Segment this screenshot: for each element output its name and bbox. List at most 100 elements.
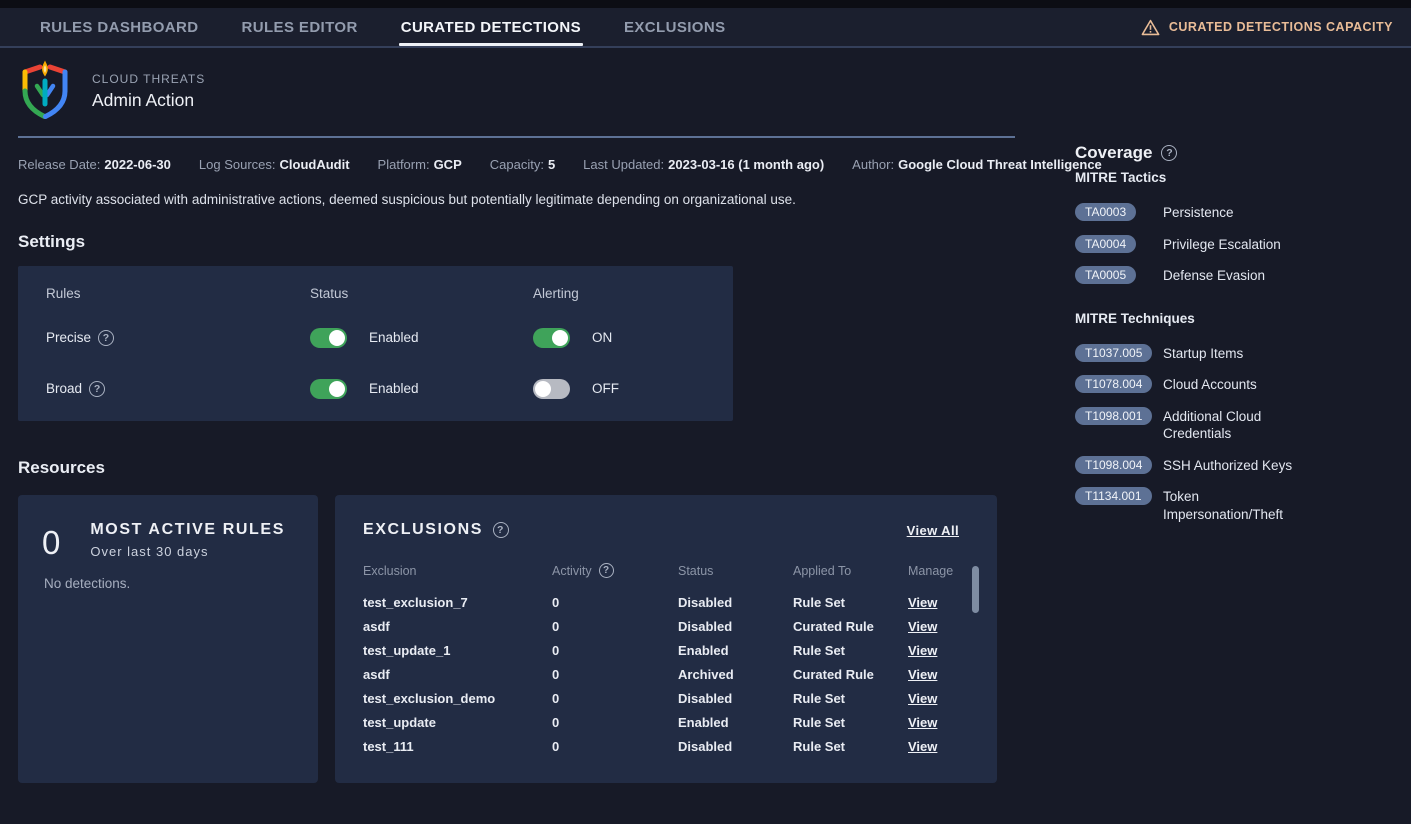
- exclusion-activity: 0: [552, 715, 678, 730]
- exclusion-status: Enabled: [678, 643, 793, 658]
- status-toggle[interactable]: [310, 379, 347, 399]
- technique-row: T1078.004 Cloud Accounts: [1075, 375, 1375, 394]
- exclusion-applied-to: Rule Set: [793, 715, 908, 730]
- capacity-warning[interactable]: CURATED DETECTIONS CAPACITY: [1141, 8, 1393, 46]
- settings-row-precise: Precise?EnabledON: [46, 312, 733, 363]
- alerting-label: ON: [592, 330, 612, 345]
- meta-label: Log Sources:: [199, 157, 276, 172]
- rule-name-label: Precise: [46, 330, 91, 345]
- most-active-rules-card: 0 MOST ACTIVE RULES Over last 30 days No…: [18, 495, 318, 783]
- settings-panel: Rules Status Alerting Precise?EnabledONB…: [18, 266, 733, 421]
- exclusion-applied-to: Curated Rule: [793, 667, 908, 682]
- technique-label: Additional Cloud Credentials: [1163, 407, 1303, 443]
- technique-row: T1098.001 Additional Cloud Credentials: [1075, 407, 1375, 443]
- exclusion-name: asdf: [363, 667, 552, 682]
- active-rules-titles: MOST ACTIVE RULES Over last 30 days: [90, 521, 285, 559]
- col-activity-label: Activity: [552, 564, 592, 578]
- rule-name: Precise?: [46, 330, 310, 346]
- nav-tabs: RULES DASHBOARD RULES EDITOR CURATED DETEC…: [40, 8, 726, 46]
- alerting-label: OFF: [592, 381, 619, 396]
- page-title: Admin Action: [92, 90, 205, 111]
- view-link[interactable]: View: [908, 691, 967, 706]
- active-rules-count: 0: [42, 526, 60, 559]
- rule-help-icon[interactable]: ?: [89, 381, 105, 397]
- view-link[interactable]: View: [908, 619, 967, 634]
- tab-exclusions[interactable]: EXCLUSIONS: [624, 8, 726, 46]
- view-all-link[interactable]: View All: [907, 523, 959, 538]
- technique-id-pill[interactable]: T1098.004: [1075, 456, 1152, 474]
- technique-label: Cloud Accounts: [1163, 375, 1303, 394]
- alerting-toggle[interactable]: [533, 328, 570, 348]
- exclusion-activity: 0: [552, 619, 678, 634]
- view-link[interactable]: View: [908, 643, 967, 658]
- status-label: Enabled: [369, 381, 419, 396]
- tactic-id-pill[interactable]: TA0004: [1075, 235, 1136, 253]
- tactic-label: Defense Evasion: [1163, 266, 1303, 285]
- col-status: Status: [678, 563, 793, 590]
- exclusion-status: Disabled: [678, 595, 793, 610]
- status-cell: Enabled: [310, 328, 533, 348]
- technique-id-pill[interactable]: T1134.001: [1075, 487, 1152, 505]
- exclusion-name: test_exclusion_7: [363, 595, 552, 610]
- capacity-warning-label: CURATED DETECTIONS CAPACITY: [1169, 20, 1393, 34]
- most-active-rules-header: 0 MOST ACTIVE RULES Over last 30 days: [42, 521, 294, 559]
- tab-rules-editor[interactable]: RULES EDITOR: [242, 8, 358, 46]
- tactic-id-pill[interactable]: TA0003: [1075, 203, 1136, 221]
- exclusion-status: Archived: [678, 667, 793, 682]
- settings-col-alerting: Alerting: [533, 286, 733, 312]
- table-row: test_update0EnabledRule SetView: [363, 710, 967, 734]
- activity-help-icon[interactable]: ?: [599, 563, 614, 578]
- exclusion-activity: 0: [552, 643, 678, 658]
- window-top-strip: [0, 0, 1411, 8]
- settings-col-rules: Rules: [46, 286, 310, 312]
- col-applied-to: Applied To: [793, 563, 908, 590]
- status-toggle[interactable]: [310, 328, 347, 348]
- no-detections-text: No detections.: [44, 576, 294, 591]
- rule-help-icon[interactable]: ?: [98, 330, 114, 346]
- mitre-techniques-heading: MITRE Techniques: [1075, 311, 1375, 326]
- ruleset-description: GCP activity associated with administrat…: [18, 192, 1015, 207]
- exclusions-help-icon[interactable]: ?: [493, 522, 509, 538]
- exclusion-name: test_exclusion_demo: [363, 691, 552, 706]
- header-divider: [18, 136, 1015, 138]
- technique-id-pill[interactable]: T1078.004: [1075, 375, 1152, 393]
- view-link[interactable]: View: [908, 595, 967, 610]
- meta-value: 2022-06-30: [104, 157, 171, 172]
- exclusion-status: Enabled: [678, 715, 793, 730]
- exclusions-table-header: Exclusion Activity ? Status Applied To M…: [363, 563, 967, 590]
- meta-value: Google Cloud Threat Intelligence: [898, 157, 1102, 172]
- tactic-row: TA0005 Defense Evasion: [1075, 266, 1375, 285]
- col-exclusion: Exclusion: [363, 563, 552, 590]
- exclusion-activity: 0: [552, 595, 678, 610]
- toggle-knob: [329, 381, 345, 397]
- tactic-id-pill[interactable]: TA0005: [1075, 266, 1136, 284]
- meta-item: Last Updated:2023-03-16 (1 month ago): [583, 157, 824, 172]
- exclusions-rows: test_exclusion_70DisabledRule SetViewasd…: [363, 590, 967, 758]
- mitre-tactics-list: TA0003PersistenceTA0004Privilege Escalat…: [1075, 203, 1375, 285]
- resources-cards: 0 MOST ACTIVE RULES Over last 30 days No…: [18, 495, 1015, 783]
- exclusion-activity: 0: [552, 691, 678, 706]
- coverage-help-icon[interactable]: ?: [1161, 145, 1177, 161]
- exclusion-applied-to: Rule Set: [793, 691, 908, 706]
- page-header: CLOUD THREATS Admin Action: [18, 60, 1015, 122]
- col-activity: Activity ?: [552, 563, 678, 590]
- tab-rules-dashboard[interactable]: RULES DASHBOARD: [40, 8, 199, 46]
- meta-label: Platform:: [378, 157, 430, 172]
- table-row: test_1110DisabledRule SetView: [363, 734, 967, 758]
- rule-name-label: Broad: [46, 381, 82, 396]
- table-scrollbar[interactable]: [972, 566, 979, 613]
- exclusions-card: EXCLUSIONS ? View All Exclusion Activity…: [335, 495, 997, 783]
- exclusion-status: Disabled: [678, 739, 793, 754]
- view-link[interactable]: View: [908, 715, 967, 730]
- exclusion-applied-to: Rule Set: [793, 643, 908, 658]
- view-link[interactable]: View: [908, 667, 967, 682]
- technique-id-pill[interactable]: T1098.001: [1075, 407, 1152, 425]
- exclusion-status: Disabled: [678, 691, 793, 706]
- technique-id-pill[interactable]: T1037.005: [1075, 344, 1152, 362]
- exclusion-activity: 0: [552, 667, 678, 682]
- view-link[interactable]: View: [908, 739, 967, 754]
- tab-curated-detections[interactable]: CURATED DETECTIONS: [401, 8, 581, 46]
- alerting-cell: ON: [533, 328, 733, 348]
- top-navigation-bar: RULES DASHBOARD RULES EDITOR CURATED DETEC…: [0, 8, 1411, 48]
- alerting-toggle[interactable]: [533, 379, 570, 399]
